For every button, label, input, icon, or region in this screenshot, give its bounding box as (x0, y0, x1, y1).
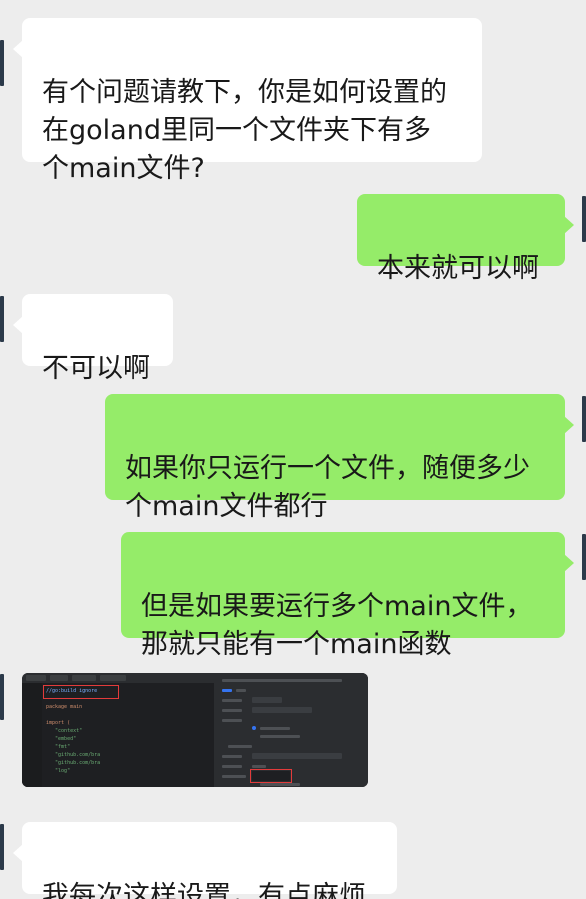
message-bubble-incoming[interactable]: 有个问题请教下，你是如何设置的 在goland里同一个文件夹下有多 个main文… (13, 18, 482, 184)
image-message-thumbnail[interactable]: //go:build ignore package main import ( … (22, 673, 368, 787)
code-line: "embed" (46, 736, 77, 742)
code-line: "github.com/bra (46, 760, 101, 766)
highlight-box (250, 769, 292, 783)
message-text: 如果你只运行一个文件，随便多少 个main文件都行 (125, 453, 530, 522)
message-text: 不可以啊 (42, 353, 150, 384)
message-text: 有个问题请教下，你是如何设置的 在goland里同一个文件夹下有多 个main文… (42, 77, 447, 184)
message-bubble-outgoing[interactable]: 但是如果要运行多个main文件， 那就只能有一个main函数 (121, 532, 574, 660)
message-text: 本来就可以啊 (377, 253, 539, 284)
message-bubble-outgoing[interactable]: 如果你只运行一个文件，随便多少 个main文件都行 (105, 394, 574, 522)
code-line: "github.com/bra (46, 752, 101, 758)
run-configuration-dialog (214, 673, 368, 787)
avatar-sender[interactable] (0, 674, 4, 720)
code-line: "fmt" (46, 744, 71, 750)
message-bubble-incoming[interactable]: 不可以啊 (13, 294, 173, 384)
message-bubble-incoming[interactable]: 我每次这样设置，有点麻烦 (13, 822, 397, 899)
avatar-self[interactable] (582, 196, 586, 242)
avatar-sender[interactable] (0, 824, 4, 870)
ide-gutter (22, 683, 42, 787)
highlight-box (43, 685, 119, 699)
avatar-sender[interactable] (0, 40, 4, 86)
message-bubble-outgoing[interactable]: 本来就可以啊 (357, 194, 574, 284)
avatar-sender[interactable] (0, 296, 4, 342)
code-line: "log" (46, 768, 71, 774)
message-text: 我每次这样设置，有点麻烦 (42, 881, 366, 899)
avatar-self[interactable] (582, 534, 586, 580)
code-line: package main (46, 704, 83, 710)
code-line: "context" (46, 728, 83, 734)
code-line: import ( (46, 720, 71, 726)
avatar-self[interactable] (582, 396, 586, 442)
message-text: 但是如果要运行多个main文件， 那就只能有一个main函数 (141, 591, 533, 660)
